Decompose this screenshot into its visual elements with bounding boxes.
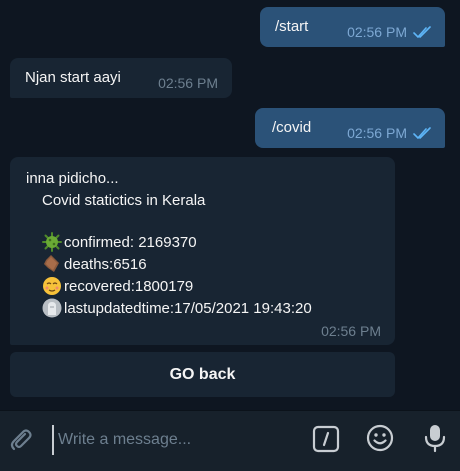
message-time: 02:56 PM [158, 75, 218, 91]
message-time: 02:56 PM [347, 24, 407, 40]
headstone-icon [42, 298, 62, 318]
recovered-count: recovered:1800179 [64, 277, 194, 295]
double-check-icon [413, 26, 433, 38]
paperclip-icon[interactable] [8, 426, 34, 457]
coffin-icon [42, 254, 62, 274]
message-composer [0, 410, 460, 471]
message-line: inna pidicho... [26, 169, 119, 187]
message-text: /start [275, 18, 309, 35]
message-text: Njan start aayi [25, 69, 121, 86]
last-updated-time: lastupdatedtime:17/05/2021 19:43:20 [64, 299, 312, 317]
message-line: Covid statictics in Kerala [42, 191, 206, 209]
chat-history: /start 02:56 PM Njan start aayi 02:56 PM… [0, 0, 460, 410]
message-input[interactable] [52, 425, 292, 455]
virus-icon [42, 232, 62, 252]
relieved-face-icon [42, 276, 62, 296]
message-time: 02:56 PM [321, 323, 381, 339]
double-check-icon [413, 127, 433, 139]
microphone-icon[interactable] [423, 423, 447, 458]
death-count: deaths:6516 [64, 255, 147, 273]
message-text: /covid [272, 119, 312, 136]
outgoing-message-covid[interactable]: /covid 02:56 PM [255, 108, 445, 148]
command-slash-icon[interactable] [312, 425, 340, 458]
go-back-button[interactable]: GO back [10, 352, 395, 397]
incoming-message-covid-stats[interactable]: inna pidicho... Covid statictics in Kera… [10, 157, 395, 345]
confirmed-cases: confirmed: 2169370 [64, 233, 197, 251]
incoming-message-start-reply[interactable]: Njan start aayi 02:56 PM [10, 58, 232, 98]
message-time: 02:56 PM [347, 125, 407, 141]
smiley-icon[interactable] [366, 424, 394, 457]
outgoing-message-start[interactable]: /start 02:56 PM [260, 7, 445, 47]
